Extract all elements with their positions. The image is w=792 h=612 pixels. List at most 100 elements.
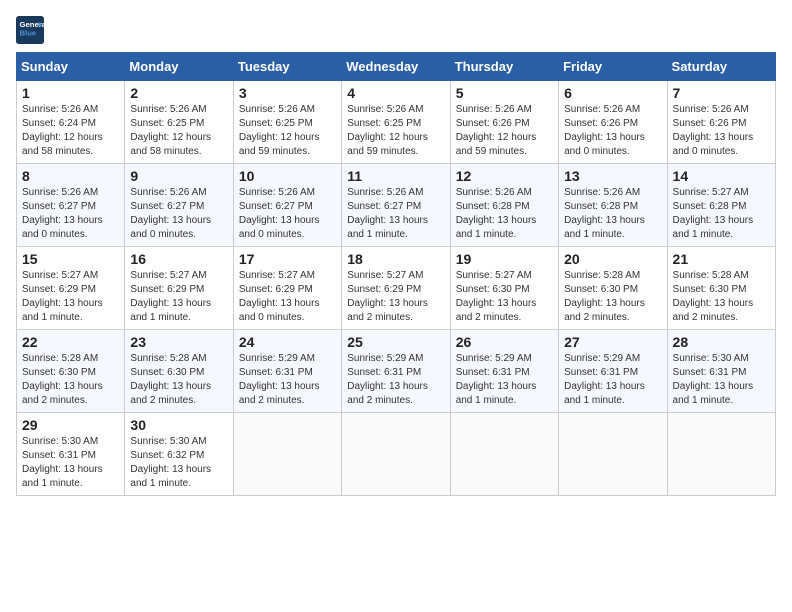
logo: General Blue [16,16,44,44]
day-cell-27: 27 Sunrise: 5:29 AMSunset: 6:31 PMDaylig… [559,330,667,413]
calendar-week-3: 15 Sunrise: 5:27 AMSunset: 6:29 PMDaylig… [17,247,776,330]
day-cell-1: 1 Sunrise: 5:26 AMSunset: 6:24 PMDayligh… [17,81,125,164]
day-cell-9: 9 Sunrise: 5:26 AMSunset: 6:27 PMDayligh… [125,164,233,247]
day-info: Sunrise: 5:28 AMSunset: 6:30 PMDaylight:… [130,353,211,406]
day-number: 3 [239,85,336,101]
column-header-saturday: Saturday [667,53,775,81]
column-header-thursday: Thursday [450,53,558,81]
day-info: Sunrise: 5:30 AMSunset: 6:31 PMDaylight:… [673,353,754,406]
day-number: 7 [673,85,770,101]
day-cell-26: 26 Sunrise: 5:29 AMSunset: 6:31 PMDaylig… [450,330,558,413]
day-number: 26 [456,334,553,350]
day-number: 15 [22,251,119,267]
day-info: Sunrise: 5:29 AMSunset: 6:31 PMDaylight:… [239,353,320,406]
empty-cell [450,413,558,496]
day-info: Sunrise: 5:27 AMSunset: 6:28 PMDaylight:… [673,187,754,240]
day-number: 29 [22,417,119,433]
day-cell-23: 23 Sunrise: 5:28 AMSunset: 6:30 PMDaylig… [125,330,233,413]
day-info: Sunrise: 5:30 AMSunset: 6:32 PMDaylight:… [130,436,211,489]
day-info: Sunrise: 5:27 AMSunset: 6:29 PMDaylight:… [22,270,103,323]
svg-text:Blue: Blue [20,29,37,38]
day-info: Sunrise: 5:29 AMSunset: 6:31 PMDaylight:… [564,353,645,406]
calendar-header: SundayMondayTuesdayWednesdayThursdayFrid… [17,53,776,81]
day-number: 10 [239,168,336,184]
day-cell-10: 10 Sunrise: 5:26 AMSunset: 6:27 PMDaylig… [233,164,341,247]
calendar-week-5: 29 Sunrise: 5:30 AMSunset: 6:31 PMDaylig… [17,413,776,496]
day-number: 22 [22,334,119,350]
day-info: Sunrise: 5:29 AMSunset: 6:31 PMDaylight:… [347,353,428,406]
day-info: Sunrise: 5:29 AMSunset: 6:31 PMDaylight:… [456,353,537,406]
day-number: 28 [673,334,770,350]
day-info: Sunrise: 5:26 AMSunset: 6:26 PMDaylight:… [456,104,537,157]
empty-cell [667,413,775,496]
day-cell-11: 11 Sunrise: 5:26 AMSunset: 6:27 PMDaylig… [342,164,450,247]
day-number: 1 [22,85,119,101]
day-number: 9 [130,168,227,184]
day-number: 18 [347,251,444,267]
calendar-week-1: 1 Sunrise: 5:26 AMSunset: 6:24 PMDayligh… [17,81,776,164]
day-number: 25 [347,334,444,350]
day-info: Sunrise: 5:28 AMSunset: 6:30 PMDaylight:… [673,270,754,323]
day-cell-12: 12 Sunrise: 5:26 AMSunset: 6:28 PMDaylig… [450,164,558,247]
day-number: 5 [456,85,553,101]
column-header-monday: Monday [125,53,233,81]
day-cell-13: 13 Sunrise: 5:26 AMSunset: 6:28 PMDaylig… [559,164,667,247]
day-info: Sunrise: 5:26 AMSunset: 6:26 PMDaylight:… [673,104,754,157]
day-number: 23 [130,334,227,350]
column-header-tuesday: Tuesday [233,53,341,81]
calendar-week-2: 8 Sunrise: 5:26 AMSunset: 6:27 PMDayligh… [17,164,776,247]
day-info: Sunrise: 5:26 AMSunset: 6:27 PMDaylight:… [22,187,103,240]
day-cell-29: 29 Sunrise: 5:30 AMSunset: 6:31 PMDaylig… [17,413,125,496]
day-number: 13 [564,168,661,184]
day-info: Sunrise: 5:26 AMSunset: 6:27 PMDaylight:… [239,187,320,240]
empty-cell [342,413,450,496]
day-cell-22: 22 Sunrise: 5:28 AMSunset: 6:30 PMDaylig… [17,330,125,413]
day-info: Sunrise: 5:28 AMSunset: 6:30 PMDaylight:… [22,353,103,406]
column-header-friday: Friday [559,53,667,81]
day-cell-2: 2 Sunrise: 5:26 AMSunset: 6:25 PMDayligh… [125,81,233,164]
day-info: Sunrise: 5:26 AMSunset: 6:25 PMDaylight:… [347,104,428,157]
day-number: 24 [239,334,336,350]
day-info: Sunrise: 5:26 AMSunset: 6:26 PMDaylight:… [564,104,645,157]
day-number: 20 [564,251,661,267]
day-cell-30: 30 Sunrise: 5:30 AMSunset: 6:32 PMDaylig… [125,413,233,496]
day-number: 6 [564,85,661,101]
empty-cell [559,413,667,496]
day-info: Sunrise: 5:26 AMSunset: 6:25 PMDaylight:… [239,104,320,157]
day-cell-25: 25 Sunrise: 5:29 AMSunset: 6:31 PMDaylig… [342,330,450,413]
day-number: 30 [130,417,227,433]
day-number: 14 [673,168,770,184]
day-number: 12 [456,168,553,184]
day-cell-20: 20 Sunrise: 5:28 AMSunset: 6:30 PMDaylig… [559,247,667,330]
day-info: Sunrise: 5:26 AMSunset: 6:24 PMDaylight:… [22,104,103,157]
day-cell-15: 15 Sunrise: 5:27 AMSunset: 6:29 PMDaylig… [17,247,125,330]
day-number: 21 [673,251,770,267]
day-cell-14: 14 Sunrise: 5:27 AMSunset: 6:28 PMDaylig… [667,164,775,247]
day-number: 8 [22,168,119,184]
day-cell-5: 5 Sunrise: 5:26 AMSunset: 6:26 PMDayligh… [450,81,558,164]
day-cell-28: 28 Sunrise: 5:30 AMSunset: 6:31 PMDaylig… [667,330,775,413]
day-cell-24: 24 Sunrise: 5:29 AMSunset: 6:31 PMDaylig… [233,330,341,413]
day-number: 16 [130,251,227,267]
day-cell-3: 3 Sunrise: 5:26 AMSunset: 6:25 PMDayligh… [233,81,341,164]
day-info: Sunrise: 5:28 AMSunset: 6:30 PMDaylight:… [564,270,645,323]
day-info: Sunrise: 5:27 AMSunset: 6:30 PMDaylight:… [456,270,537,323]
day-info: Sunrise: 5:26 AMSunset: 6:25 PMDaylight:… [130,104,211,157]
empty-cell [233,413,341,496]
day-info: Sunrise: 5:30 AMSunset: 6:31 PMDaylight:… [22,436,103,489]
day-cell-4: 4 Sunrise: 5:26 AMSunset: 6:25 PMDayligh… [342,81,450,164]
day-info: Sunrise: 5:26 AMSunset: 6:28 PMDaylight:… [456,187,537,240]
day-cell-8: 8 Sunrise: 5:26 AMSunset: 6:27 PMDayligh… [17,164,125,247]
day-number: 11 [347,168,444,184]
day-cell-19: 19 Sunrise: 5:27 AMSunset: 6:30 PMDaylig… [450,247,558,330]
day-info: Sunrise: 5:26 AMSunset: 6:27 PMDaylight:… [347,187,428,240]
day-cell-6: 6 Sunrise: 5:26 AMSunset: 6:26 PMDayligh… [559,81,667,164]
day-cell-16: 16 Sunrise: 5:27 AMSunset: 6:29 PMDaylig… [125,247,233,330]
column-header-sunday: Sunday [17,53,125,81]
day-info: Sunrise: 5:27 AMSunset: 6:29 PMDaylight:… [239,270,320,323]
day-number: 27 [564,334,661,350]
day-number: 2 [130,85,227,101]
day-cell-18: 18 Sunrise: 5:27 AMSunset: 6:29 PMDaylig… [342,247,450,330]
day-number: 17 [239,251,336,267]
day-info: Sunrise: 5:27 AMSunset: 6:29 PMDaylight:… [347,270,428,323]
